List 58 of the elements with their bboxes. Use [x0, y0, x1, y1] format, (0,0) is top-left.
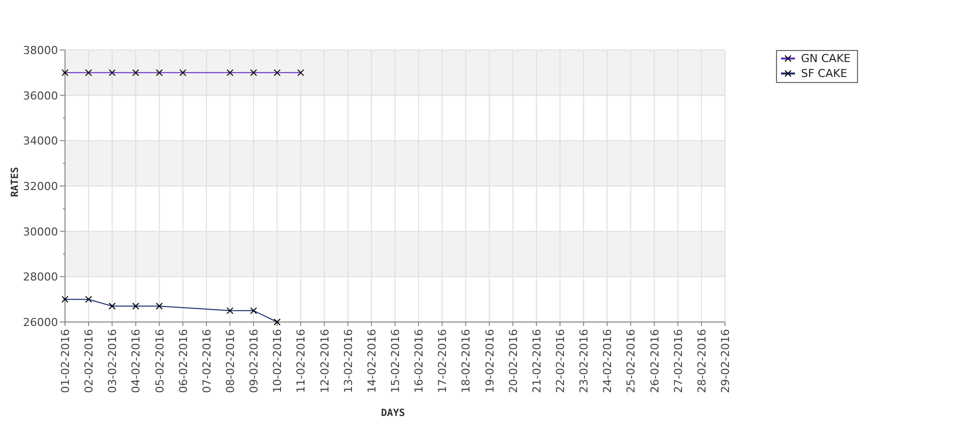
x-tick-label: 11-02-2016 — [294, 329, 308, 393]
x-tick-label: 12-02-2016 — [318, 329, 332, 393]
x-tick-label: 07-02-2016 — [200, 329, 214, 393]
x-tick-label: 14-02-2016 — [365, 329, 378, 393]
legend-label: GN CAKE — [801, 52, 851, 65]
y-tick-label: 34000 — [23, 134, 58, 148]
x-tick-label: 02-02-2016 — [82, 329, 96, 393]
x-tick-label: 05-02-2016 — [153, 329, 166, 393]
x-tick-label: 21-02-2016 — [530, 329, 544, 393]
x-tick-label: 04-02-2016 — [130, 329, 143, 393]
legend-label: SF CAKE — [801, 67, 848, 80]
data-point — [108, 302, 116, 310]
x-tick-label: 15-02-2016 — [389, 329, 402, 393]
data-point — [156, 69, 163, 76]
x-tick-label: 22-02-2016 — [554, 329, 567, 393]
data-point — [274, 69, 281, 76]
x-tick-label: 13-02-2016 — [342, 329, 355, 393]
y-tick-label: 38000 — [23, 44, 58, 57]
y-tick-label: 36000 — [23, 89, 58, 102]
y-tick-label: 32000 — [23, 180, 58, 193]
data-point — [62, 69, 68, 76]
x-tick-label: 01-02-2016 — [59, 329, 72, 393]
data-point — [132, 69, 140, 76]
x-tick-label: 28-02-2016 — [695, 329, 708, 393]
x-tick-label: 23-02-2016 — [578, 329, 591, 393]
x-axis-title: DAYS — [380, 408, 406, 419]
x-tick-label: 29-02-2016 — [719, 329, 732, 393]
data-point — [297, 69, 304, 76]
x-tick-label: 03-02-2016 — [106, 329, 120, 393]
x-tick-label: 16-02-2016 — [412, 329, 426, 393]
x-tick-label: 26-02-2016 — [648, 329, 662, 393]
y-tick-label: 28000 — [23, 270, 58, 284]
x-tick-label: 06-02-2016 — [176, 329, 190, 393]
data-point — [250, 69, 258, 76]
x-tick-label: 27-02-2016 — [672, 329, 685, 393]
data-point — [62, 296, 68, 303]
x-tick-label: 08-02-2016 — [224, 329, 237, 393]
data-point — [226, 307, 234, 314]
data-point — [226, 69, 234, 76]
y-axis-title: RATES — [10, 166, 21, 198]
x-tick-label: 09-02-2016 — [248, 329, 261, 393]
y-tick-label: 26000 — [23, 316, 58, 329]
x-tick-label: 17-02-2016 — [436, 329, 450, 393]
data-point — [179, 69, 186, 76]
x-tick-label: 24-02-2016 — [601, 329, 614, 393]
data-point — [132, 302, 140, 310]
data-point — [85, 69, 92, 76]
x-tick-label: 19-02-2016 — [483, 329, 496, 393]
data-point — [156, 302, 163, 310]
x-tick-label: 18-02-2016 — [460, 329, 473, 393]
y-tick-label: 30000 — [23, 225, 58, 238]
data-point — [250, 307, 258, 314]
x-tick-label: 25-02-2016 — [624, 329, 638, 393]
x-tick-label: 10-02-2016 — [271, 329, 284, 393]
data-point — [274, 318, 281, 326]
data-point — [108, 69, 116, 76]
data-point — [85, 296, 92, 303]
x-tick-label: 20-02-2016 — [506, 329, 520, 393]
